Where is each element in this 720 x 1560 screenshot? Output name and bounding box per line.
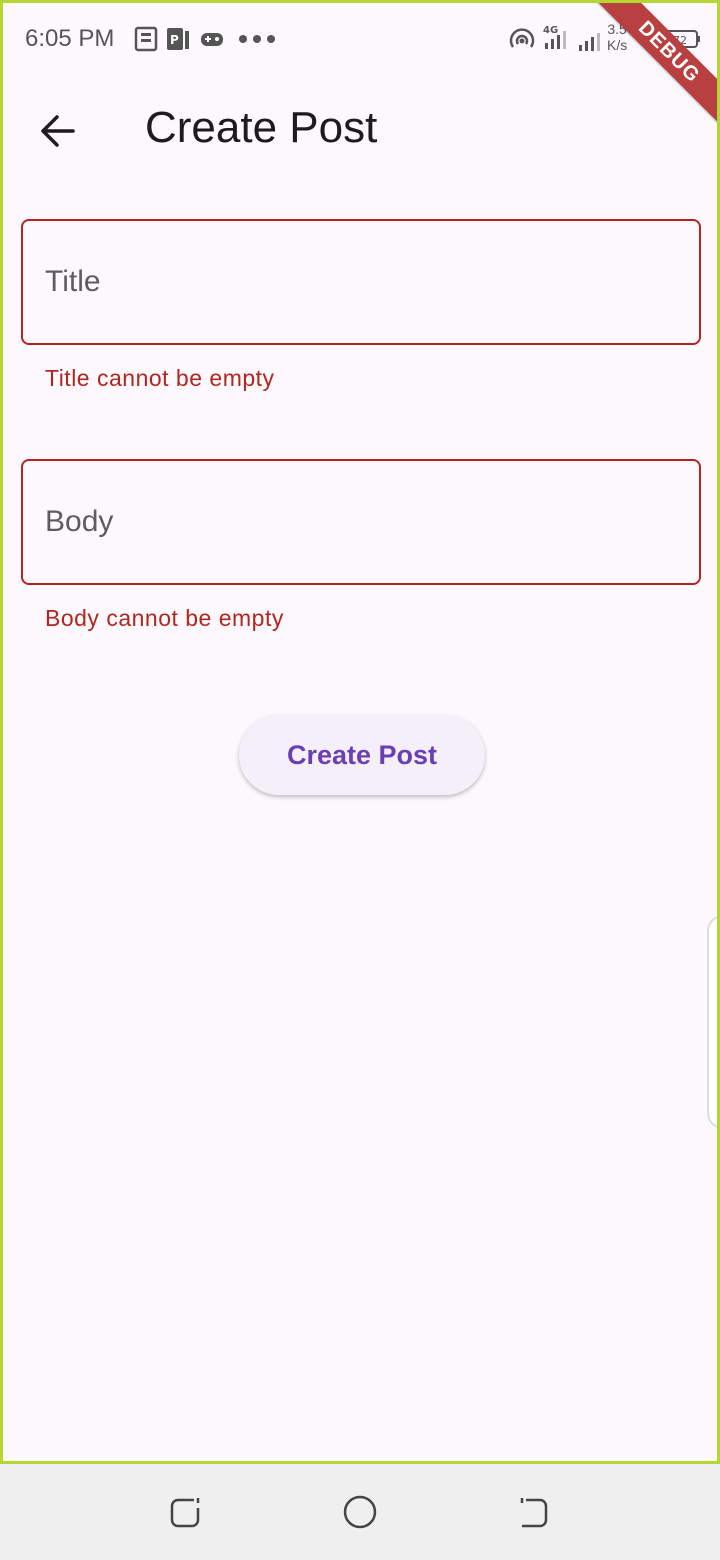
body-field-label: Body bbox=[45, 505, 114, 538]
game-icon bbox=[201, 33, 223, 46]
back-icon[interactable] bbox=[512, 1490, 556, 1534]
app-screen: 6:05 PM P 4G 3.5 K/s 72 DEBUG Create Pos… bbox=[0, 0, 720, 1464]
news-icon bbox=[134, 26, 158, 52]
pdf-icon: P bbox=[167, 28, 189, 50]
title-field-label: Title bbox=[45, 265, 101, 298]
hotspot-icon bbox=[509, 28, 535, 48]
title-error-text: Title cannot be empty bbox=[45, 365, 275, 391]
status-time: 6:05 PM bbox=[25, 25, 115, 52]
system-nav-bar bbox=[0, 1464, 720, 1560]
body-field[interactable]: Body bbox=[21, 459, 701, 585]
signal-icon bbox=[579, 33, 600, 51]
page-title: Create Post bbox=[145, 103, 378, 152]
create-post-button[interactable]: Create Post bbox=[239, 715, 485, 795]
signal-4g-icon: 4G bbox=[543, 25, 566, 49]
svg-text:4G: 4G bbox=[543, 25, 558, 36]
debug-banner: DEBUG bbox=[594, 3, 717, 127]
svg-text:P: P bbox=[170, 33, 179, 47]
body-error-text: Body cannot be empty bbox=[45, 605, 284, 631]
status-bar: 6:05 PM P 4G 3.5 K/s 72 DEBUG bbox=[3, 3, 717, 127]
more-dots-icon bbox=[239, 35, 275, 43]
edge-panel-handle[interactable] bbox=[707, 915, 717, 1129]
home-icon[interactable] bbox=[338, 1490, 382, 1534]
title-field[interactable]: Title bbox=[21, 219, 701, 345]
arrow-back-icon bbox=[41, 115, 75, 147]
back-button[interactable] bbox=[29, 103, 89, 159]
speed-unit: K/s bbox=[607, 37, 628, 53]
recents-icon[interactable] bbox=[164, 1490, 208, 1534]
